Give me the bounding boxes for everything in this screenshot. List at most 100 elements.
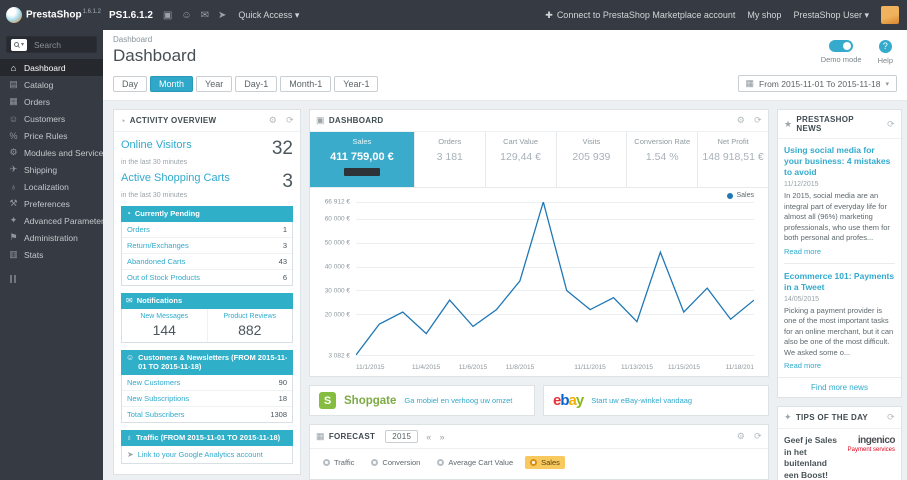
my-shop-link[interactable]: My shop	[747, 10, 781, 20]
ebay-promo[interactable]: ebay Start uw eBay-winkel vandaag	[543, 385, 769, 416]
new-subscriptions-link[interactable]: New Subscriptions	[127, 394, 189, 403]
google-analytics-link[interactable]: Link to your Google Analytics account	[138, 450, 263, 459]
refresh-icon[interactable]: ⟳	[887, 119, 895, 130]
quick-access-menu[interactable]: Quick Access ▾	[238, 10, 299, 21]
new-customers-link[interactable]: New Customers	[127, 378, 180, 387]
sidebar-search[interactable]: ▾	[6, 36, 97, 53]
user-menu[interactable]: PrestaShop User ▾	[793, 10, 869, 21]
previous-year-icon[interactable]: «	[426, 432, 431, 442]
sidebar-item-customers[interactable]: ☺ Customers	[0, 110, 103, 127]
chart-x-labels: 11/1/2015 11/4/2015 11/6/2015 11/8/2015 11/1…	[356, 360, 754, 374]
abandoned-carts-link[interactable]: Abandoned Carts	[127, 257, 185, 266]
sidebar-item-price-rules[interactable]: % Price Rules	[0, 127, 103, 144]
forecast-metric-conversion[interactable]: Conversion	[366, 456, 425, 469]
sidebar-item-shipping[interactable]: ✈ Shipping	[0, 161, 103, 178]
sidebar-item-orders[interactable]: ▦ Orders	[0, 93, 103, 110]
new-messages-cell[interactable]: New Messages 144	[122, 309, 207, 342]
customer-icon[interactable]: ☺	[181, 10, 191, 21]
logo-version: 1.6.1.2	[82, 9, 101, 16]
catalog-icon: ▤	[9, 79, 18, 89]
kpi-cart-value[interactable]: Cart Value 129,44 €	[486, 132, 557, 187]
gear-icon[interactable]: ⚙	[737, 115, 745, 126]
gear-icon[interactable]: ⚙	[737, 431, 745, 442]
activity-overview-panel: ◔ ACTIVITY OVERVIEW ⚙ ⟳ Online Visitors …	[113, 109, 301, 475]
read-more-link[interactable]: Read more	[784, 361, 895, 370]
range-button-month[interactable]: Month	[150, 75, 194, 92]
demo-mode-control[interactable]: Demo mode	[821, 40, 862, 65]
pending-returns-link[interactable]: Return/Exchanges	[127, 241, 189, 250]
date-range-button[interactable]: ▦ From 2015-11-01 To 2015-11-18 ▾	[737, 75, 897, 92]
kpi-net-profit[interactable]: Net Profit 148 918,51 €	[698, 132, 768, 187]
ebay-link[interactable]: Start uw eBay-winkel vandaag	[591, 396, 692, 405]
kpi-sales[interactable]: Sales 411 759,00 €	[310, 132, 415, 187]
shopgate-promo[interactable]: S Shopgate Ga mobiel en verhoog uw omzet	[309, 385, 535, 416]
forecast-year-selector[interactable]: 2015	[385, 430, 419, 443]
toggle-knob-icon	[843, 42, 852, 50]
refresh-icon[interactable]: ⟳	[286, 115, 294, 126]
sidebar-item-preferences[interactable]: ⚒ Preferences	[0, 195, 103, 212]
stats-icon: ▥	[9, 249, 18, 259]
kpi-conversion-rate[interactable]: Conversion Rate 1.54 %	[627, 132, 699, 187]
help-icon[interactable]: ?	[878, 40, 892, 53]
refresh-icon[interactable]: ⟳	[754, 115, 762, 126]
news-article-title[interactable]: Ecommerce 101: Payments in a Tweet	[784, 271, 895, 293]
pending-orders-link[interactable]: Orders	[127, 225, 150, 234]
demo-mode-toggle[interactable]	[829, 40, 854, 52]
kpi-orders[interactable]: Orders 3 181	[415, 132, 486, 187]
pending-icon: ◔	[126, 209, 131, 218]
dashboard-panel-icon: ▣	[316, 115, 325, 125]
shopgate-link[interactable]: Ga mobiel en verhoog uw omzet	[404, 396, 512, 405]
range-button-year[interactable]: Year	[196, 75, 233, 92]
read-more-link[interactable]: Read more	[784, 247, 895, 256]
breadcrumb[interactable]: Dashboard	[113, 35, 897, 44]
advanced-parameters-icon: ✦	[9, 215, 18, 225]
chart-legend[interactable]: Sales	[727, 192, 754, 199]
sidebar-item-stats[interactable]: ▥ Stats	[0, 246, 103, 263]
forecast-metric-traffic[interactable]: Traffic	[318, 456, 359, 469]
range-button-day[interactable]: Day	[113, 75, 148, 92]
find-more-news-link[interactable]: Find more news	[811, 383, 868, 392]
notifications-header: ✉ Notifications	[121, 293, 293, 309]
news-article-title[interactable]: Using social media for your business: 4 …	[784, 145, 895, 178]
x-axis-tick: 11/11/2015	[574, 364, 606, 371]
out-of-stock-link[interactable]: Out of Stock Products	[127, 273, 200, 282]
help-control[interactable]: ? Help	[878, 40, 893, 65]
tips-headline: Geef je Sales in het buitenland een Boos…	[784, 435, 837, 480]
range-button-year-1[interactable]: Year-1	[334, 75, 379, 92]
search-input[interactable]	[32, 38, 85, 51]
sidebar-item-catalog[interactable]: ▤ Catalog	[0, 76, 103, 93]
rocket-icon[interactable]: ➤	[218, 10, 226, 21]
metric-label: Conversion	[382, 458, 421, 467]
sidebar-item-dashboard[interactable]: ⌂ Dashboard	[0, 59, 103, 76]
online-visitors-link[interactable]: Online Visitors	[121, 139, 192, 151]
search-scope-selector[interactable]: ▾	[11, 38, 28, 51]
gridline	[356, 355, 754, 356]
user-avatar[interactable]	[881, 6, 899, 24]
range-button-day-1[interactable]: Day-1	[235, 75, 278, 92]
range-button-month-1[interactable]: Month-1	[280, 75, 332, 92]
total-subscribers-link[interactable]: Total Subscribers	[127, 410, 185, 419]
kpi-visits[interactable]: Visits 205 939	[557, 132, 628, 187]
product-reviews-cell[interactable]: Product Reviews 882	[206, 309, 293, 342]
gear-icon[interactable]: ⚙	[269, 115, 277, 126]
forecast-metric-average-cart-value[interactable]: Average Cart Value	[432, 456, 518, 469]
refresh-icon[interactable]: ⟳	[887, 412, 895, 423]
new-messages-value: 144	[152, 322, 176, 338]
sidebar-item-localization[interactable]: ♁ Localization	[0, 178, 103, 195]
shop-bag-icon[interactable]: ▣	[163, 10, 172, 21]
prestashop-logo[interactable]: PrestaShop1.6.1.2	[0, 7, 103, 23]
next-year-icon[interactable]: »	[440, 432, 445, 442]
sidebar-item-modules[interactable]: ⚙ Modules and Services	[0, 144, 103, 161]
demo-mode-label: Demo mode	[820, 55, 862, 64]
refresh-icon[interactable]: ⟳	[754, 431, 762, 442]
customers-newsletters-header: ☺ Customers & Newsletters (FROM 2015-11-…	[121, 350, 293, 375]
forecast-metric-sales[interactable]: Sales	[525, 456, 565, 469]
shop-version-label: PS1.6.1.2	[109, 9, 153, 21]
pending-returns-value: 3	[282, 241, 287, 250]
sidebar-item-administration[interactable]: ⚑ Administration	[0, 229, 103, 246]
active-carts-link[interactable]: Active Shopping Carts	[121, 172, 230, 184]
marketplace-connect-link[interactable]: ✚ Connect to PrestaShop Marketplace acco…	[545, 10, 735, 21]
collapse-menu-icon[interactable]	[10, 275, 103, 283]
message-icon[interactable]: ✉	[201, 10, 209, 21]
sidebar-item-advanced-parameters[interactable]: ✦ Advanced Parameters	[0, 212, 103, 229]
